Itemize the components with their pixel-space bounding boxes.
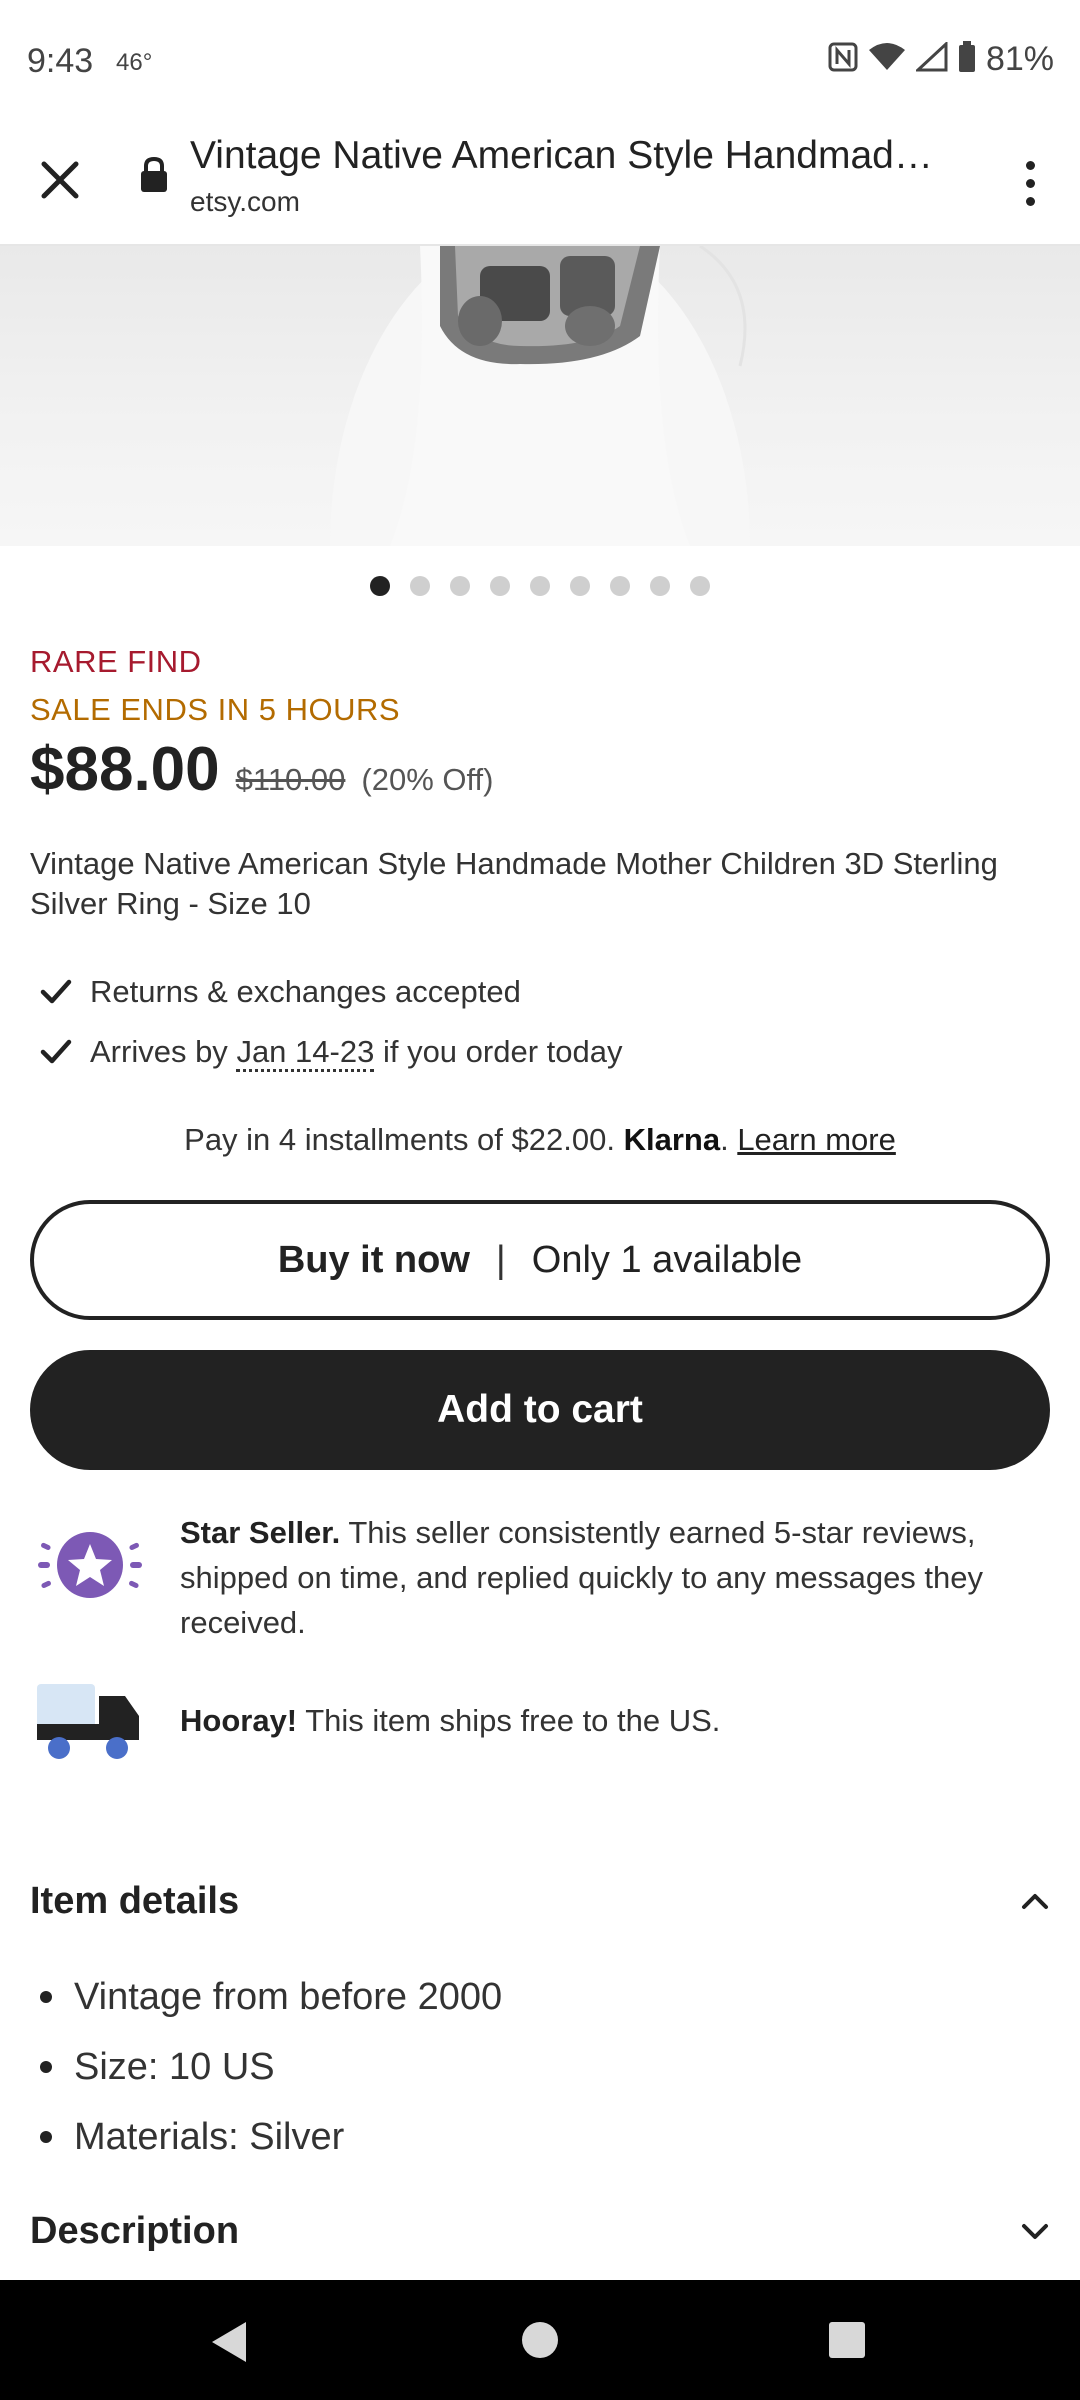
more-vert-icon — [1025, 160, 1035, 170]
item-details-list: Vintage from before 2000 Size: 10 US Mat… — [40, 1962, 502, 2172]
overflow-menu-button[interactable] — [1000, 148, 1060, 218]
list-item: Materials: Silver — [40, 2102, 502, 2172]
buy-now-separator: | — [495, 1238, 506, 1281]
feature-arrival: Arrives by Jan 14-23 if you order today — [40, 1022, 622, 1082]
rare-find-badge: RARE FIND — [30, 644, 202, 679]
check-icon — [40, 1039, 72, 1064]
description-header[interactable]: Description — [30, 2196, 1050, 2266]
carousel-dot[interactable] — [450, 576, 470, 596]
battery-icon — [958, 41, 976, 78]
feature-returns: Returns & exchanges accepted — [40, 962, 622, 1022]
add-to-cart-button[interactable]: Add to cart — [30, 1350, 1050, 1470]
description-title: Description — [30, 2209, 240, 2252]
back-icon[interactable] — [208, 2320, 248, 2364]
ring-photo — [330, 246, 750, 546]
star-seller-text: Star Seller. This seller consistently ea… — [180, 1510, 1050, 1645]
browser-toolbar: Vintage Native American Style Handmade M… — [0, 120, 1080, 246]
free-shipping-block: Hooray! This item ships free to the US. — [30, 1680, 1050, 1770]
buy-now-label: Buy it now — [277, 1238, 470, 1281]
carousel-dot[interactable] — [610, 576, 630, 596]
klarna-installments: Pay in 4 installments of $22.00. Klarna.… — [0, 1122, 1080, 1158]
free-shipping-text: Hooray! This item ships free to the US. — [180, 1680, 720, 1743]
lock-icon — [138, 156, 170, 199]
learn-more-link[interactable]: Learn more — [737, 1122, 896, 1157]
list-item: Size: 10 US — [40, 2032, 502, 2102]
nfc-icon — [828, 42, 858, 77]
item-details-title: Item details — [30, 1879, 240, 1922]
status-icons: 81% — [828, 40, 1054, 79]
page-domain: etsy.com — [190, 186, 300, 217]
price-row: $88.00 $110.00 (20% Off) — [30, 734, 494, 805]
close-button[interactable] — [30, 150, 90, 210]
signal-icon — [914, 40, 948, 77]
carousel-dot[interactable] — [370, 576, 390, 596]
carousel-dot[interactable] — [410, 576, 430, 596]
carousel-dot[interactable] — [650, 576, 670, 596]
bullet — [40, 1991, 52, 2003]
star-seller-icon — [30, 1510, 150, 1600]
truck-icon — [30, 1680, 150, 1770]
home-icon[interactable] — [522, 2322, 558, 2358]
carousel-dot[interactable] — [490, 576, 510, 596]
item-details-header[interactable]: Item details — [30, 1866, 1050, 1936]
status-temperature: 46° — [116, 49, 153, 76]
wifi-icon — [868, 42, 906, 77]
page-title: Vintage Native American Style Handmade M… — [190, 134, 950, 177]
system-navigation-bar — [0, 2280, 1080, 2400]
check-icon — [40, 979, 72, 1004]
original-price: $110.00 — [235, 762, 346, 797]
shipping-description: This item ships free to the US. — [305, 1703, 721, 1738]
klarna-period: . — [720, 1122, 729, 1157]
star-seller-block: Star Seller. This seller consistently ea… — [30, 1510, 1050, 1645]
hooray-label: Hooray! — [180, 1703, 298, 1738]
list-item: Vintage from before 2000 — [40, 1962, 502, 2032]
carousel-dot[interactable] — [570, 576, 590, 596]
feature-list: Returns & exchanges accepted Arrives by … — [40, 962, 622, 1082]
arrival-date-link[interactable]: Jan 14-23 — [236, 1034, 375, 1072]
status-time: 9:43 — [27, 42, 94, 80]
arrives-prefix: Arrives by — [90, 1034, 228, 1069]
klarna-text: Pay in 4 installments of $22.00. — [184, 1122, 615, 1157]
klarna-logo: Klarna — [623, 1122, 721, 1157]
product-image[interactable] — [0, 246, 1080, 546]
current-price: $88.00 — [30, 735, 220, 804]
image-carousel-dots — [0, 576, 1080, 596]
bullet — [40, 2131, 52, 2143]
buy-it-now-button[interactable]: Buy it now | Only 1 available — [30, 1200, 1050, 1320]
chevron-up-icon — [1022, 1894, 1048, 1909]
returns-text: Returns & exchanges accepted — [90, 974, 521, 1009]
sale-ends-notice: SALE ENDS IN 5 HOURS — [30, 692, 401, 727]
battery-percentage: 81% — [985, 40, 1054, 78]
discount-label: (20% Off) — [361, 762, 494, 797]
star-seller-label: Star Seller. — [180, 1515, 341, 1550]
arrives-suffix: if you order today — [382, 1034, 623, 1069]
bullet — [40, 2061, 52, 2073]
availability-label: Only 1 available — [531, 1238, 803, 1281]
carousel-dot[interactable] — [530, 576, 550, 596]
status-bar: 9:43 46° 81% — [0, 0, 1080, 120]
recent-apps-icon[interactable] — [829, 2322, 865, 2358]
chevron-down-icon — [1022, 2224, 1048, 2239]
close-icon — [41, 161, 79, 199]
product-title: Vintage Native American Style Handmade M… — [30, 846, 998, 921]
carousel-dot[interactable] — [690, 576, 710, 596]
